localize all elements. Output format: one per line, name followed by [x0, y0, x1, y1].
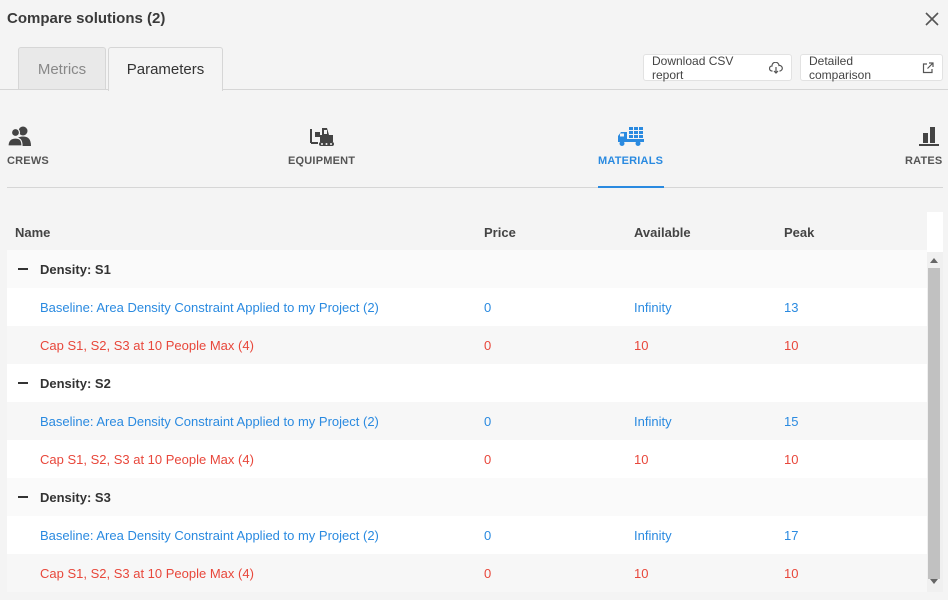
close-icon[interactable]: [923, 10, 941, 28]
column-price[interactable]: Price: [484, 225, 516, 240]
row-price: 0: [484, 528, 492, 543]
column-peak[interactable]: Peak: [784, 225, 814, 240]
table-row[interactable]: Cap S1, S2, S3 at 10 People Max (4) 0 10…: [7, 440, 927, 478]
table-row[interactable]: Baseline: Area Density Constraint Applie…: [7, 402, 927, 440]
column-available[interactable]: Available: [634, 225, 691, 240]
category-crews[interactable]: CREWS: [7, 125, 49, 167]
row-name[interactable]: Cap S1, S2, S3 at 10 People Max (4): [40, 566, 254, 581]
cloud-download-icon: [769, 61, 783, 74]
bar-chart-icon: [919, 127, 940, 146]
download-csv-button[interactable]: Download CSV report: [643, 53, 792, 82]
row-peak: 10: [784, 452, 799, 467]
row-name[interactable]: Baseline: Area Density Constraint Applie…: [40, 414, 379, 429]
category-rates[interactable]: RATES: [905, 125, 942, 167]
group-row[interactable]: Density: S1: [7, 250, 927, 288]
category-divider: [7, 187, 943, 188]
row-peak: 15: [784, 414, 799, 429]
group-label: Density: S1: [40, 262, 111, 277]
category-equipment-label: EQUIPMENT: [288, 155, 356, 167]
category-materials-label: MATERIALS: [598, 155, 664, 167]
materials-table: Name Price Available Peak Density: S1 Ba…: [7, 212, 943, 592]
scroll-up-icon[interactable]: [930, 258, 938, 263]
row-available: 10: [634, 452, 649, 467]
row-price: 0: [484, 300, 492, 315]
category-equipment[interactable]: EQUIPMENT: [288, 125, 355, 167]
tab-metrics[interactable]: Metrics: [18, 47, 106, 90]
group-row[interactable]: Density: S2: [7, 364, 927, 402]
row-price: 0: [484, 452, 492, 467]
download-csv-label: Download CSV report: [652, 53, 734, 82]
group-row[interactable]: Density: S3: [7, 478, 927, 516]
row-peak: 10: [784, 338, 799, 353]
active-category-indicator: [598, 186, 664, 188]
table-row[interactable]: Cap S1, S2, S3 at 10 People Max (4) 0 10…: [7, 326, 927, 364]
collapse-icon[interactable]: [18, 496, 28, 498]
category-rates-label: RATES: [905, 155, 943, 167]
scrollbar-thumb[interactable]: [928, 268, 940, 579]
row-available: Infinity: [634, 528, 672, 543]
row-available: Infinity: [634, 414, 672, 429]
row-price: 0: [484, 414, 492, 429]
row-price: 0: [484, 338, 492, 353]
group-label: Density: S3: [40, 490, 111, 505]
row-peak: 17: [784, 528, 799, 543]
table-header: Name Price Available Peak: [7, 212, 927, 252]
forklift-icon: [309, 128, 334, 146]
row-name[interactable]: Baseline: Area Density Constraint Applie…: [40, 528, 379, 543]
row-price: 0: [484, 566, 492, 581]
tab-parameters[interactable]: Parameters: [108, 47, 223, 91]
category-materials[interactable]: MATERIALS: [598, 125, 663, 167]
table-row[interactable]: Cap S1, S2, S3 at 10 People Max (4) 0 10…: [7, 554, 927, 592]
detailed-comparison-button[interactable]: Detailed comparison: [800, 53, 943, 82]
row-available: 10: [634, 566, 649, 581]
column-name[interactable]: Name: [15, 225, 50, 240]
row-available: 10: [634, 338, 649, 353]
collapse-icon[interactable]: [18, 382, 28, 384]
category-crews-label: CREWS: [7, 155, 49, 167]
row-available: Infinity: [634, 300, 672, 315]
detailed-comparison-label: Detailed comparison: [809, 53, 872, 82]
row-peak: 13: [784, 300, 799, 315]
row-name[interactable]: Cap S1, S2, S3 at 10 People Max (4): [40, 338, 254, 353]
dialog-title: Compare solutions (2): [7, 10, 166, 27]
external-link-icon: [922, 61, 934, 73]
group-label: Density: S2: [40, 376, 111, 391]
row-name[interactable]: Cap S1, S2, S3 at 10 People Max (4): [40, 452, 254, 467]
row-name[interactable]: Baseline: Area Density Constraint Applie…: [40, 300, 379, 315]
row-peak: 10: [784, 566, 799, 581]
table-row[interactable]: Baseline: Area Density Constraint Applie…: [7, 516, 927, 554]
collapse-icon[interactable]: [18, 268, 28, 270]
crew-icon: [7, 126, 31, 147]
table-row[interactable]: Baseline: Area Density Constraint Applie…: [7, 288, 927, 326]
materials-truck-icon: [617, 127, 644, 146]
scroll-down-icon[interactable]: [930, 579, 938, 584]
